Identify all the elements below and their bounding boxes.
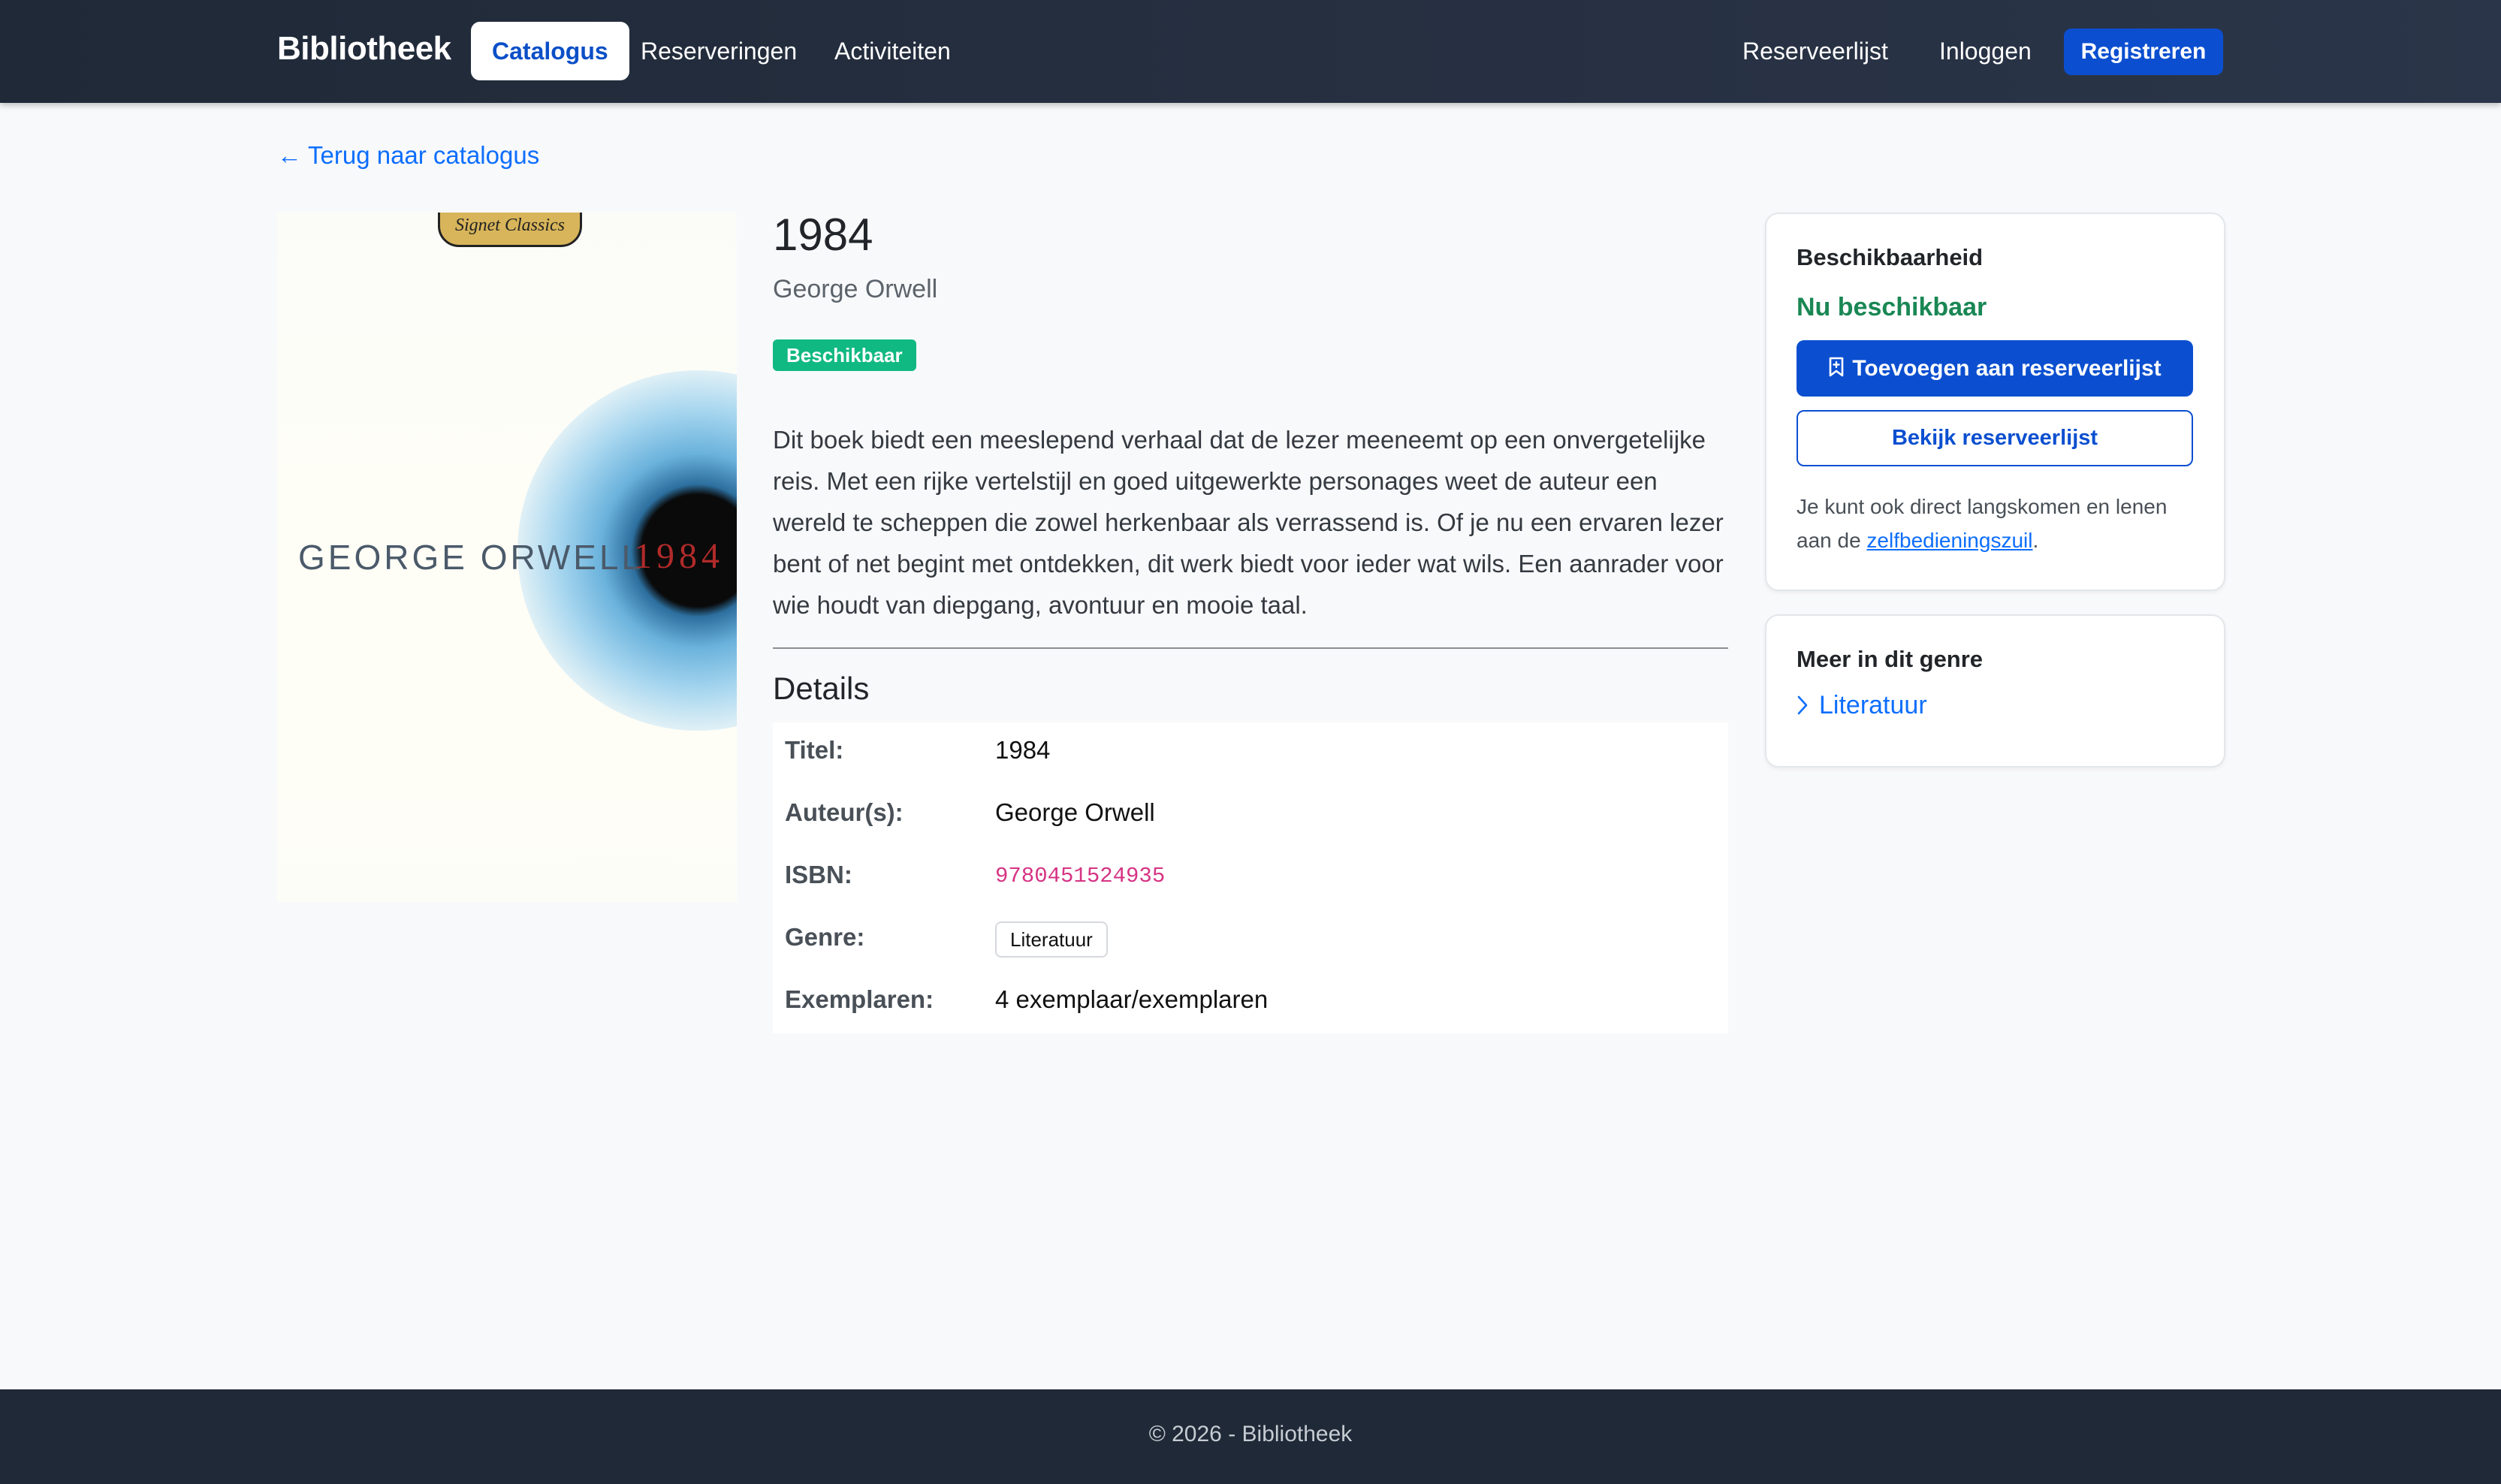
details-row-author: Auteur(s): George Orwell <box>773 785 1728 847</box>
back-to-catalog-link[interactable]: ← Terug naar catalogus <box>277 141 539 170</box>
isbn-value: 9780451524935 <box>995 864 1166 888</box>
book-title: 1984 <box>773 210 873 260</box>
cover-publisher-label: Signet Classics <box>438 213 582 247</box>
cover-author-text: GEORGE ORWELL <box>298 538 644 577</box>
register-button[interactable]: Registreren <box>2064 29 2223 75</box>
genre-link[interactable]: Literatuur <box>1797 691 1927 720</box>
details-label: Genre: <box>785 923 865 951</box>
nav-reserveringen[interactable]: Reserveringen <box>620 22 818 80</box>
nav-reserveerlijst[interactable]: Reserveerlijst <box>1721 22 1909 80</box>
note-suffix: . <box>2032 529 2039 552</box>
divider <box>773 647 1728 649</box>
details-table: Titel: 1984 Auteur(s): George Orwell ISB… <box>773 722 1728 1033</box>
details-label: Titel: <box>785 736 844 764</box>
details-row-title: Titel: 1984 <box>773 722 1728 785</box>
bookmark-icon <box>1830 357 1844 377</box>
details-label: ISBN: <box>785 861 852 888</box>
details-value: 4 exemplaar/exemplaren <box>995 985 1269 1013</box>
book-cover-image: Signet Classics GEORGE ORWELL 1984 <box>277 213 737 902</box>
back-link-label: Terug naar catalogus <box>308 141 540 169</box>
add-to-reservelist-button[interactable]: Toevoegen aan reserveerlijst <box>1797 340 2193 397</box>
details-row-genre: Genre: Literatuur <box>773 909 1728 972</box>
footer-copyright: © 2026 - Bibliotheek <box>1148 1422 1353 1446</box>
nav-catalogus[interactable]: Catalogus <box>471 22 629 80</box>
genre-tag: Literatuur <box>995 921 1108 958</box>
details-heading: Details <box>773 671 870 706</box>
chevron-right-icon <box>1797 695 1808 715</box>
navbar: Bibliotheek Catalogus Reserveringen Acti… <box>0 0 2501 103</box>
nav-activiteiten[interactable]: Activiteiten <box>813 22 972 80</box>
footer: © 2026 - Bibliotheek <box>0 1389 2501 1484</box>
brand-logo[interactable]: Bibliotheek <box>277 30 451 68</box>
details-label: Exemplaren: <box>785 985 934 1013</box>
view-reservelist-button[interactable]: Bekijk reserveerlijst <box>1797 410 2193 466</box>
genre-card: Meer in dit genre Literatuur <box>1765 614 2225 768</box>
availability-title: Beschikbaarheid <box>1797 244 1984 270</box>
status-badge: Beschikbaar <box>773 339 916 371</box>
availability-card: Beschikbaarheid Nu beschikbaar Toevoegen… <box>1765 213 2225 591</box>
availability-status: Nu beschikbaar <box>1797 293 1987 321</box>
genre-link-label: Literatuur <box>1819 691 1927 719</box>
genre-card-title: Meer in dit genre <box>1797 646 1984 672</box>
details-value: George Orwell <box>995 798 1155 826</box>
nav-inloggen[interactable]: Inloggen <box>1918 22 2053 80</box>
book-author: George Orwell <box>773 275 938 303</box>
self-service-link[interactable]: zelfbedieningszuil <box>1866 529 2032 552</box>
details-row-copies: Exemplaren: 4 exemplaar/exemplaren <box>773 972 1728 1034</box>
self-service-note: Je kunt ook direct langskomen en lenen a… <box>1797 490 2202 557</box>
book-description: Dit boek biedt een meeslepend verhaal da… <box>773 426 1724 619</box>
cover-title-text: 1984 <box>634 536 724 576</box>
details-row-isbn: ISBN: 9780451524935 <box>773 847 1728 909</box>
details-label: Auteur(s): <box>785 798 904 826</box>
arrow-left-icon: ← <box>277 141 302 169</box>
add-button-label: Toevoegen aan reserveerlijst <box>1852 356 2162 381</box>
details-value: 1984 <box>995 736 1051 764</box>
